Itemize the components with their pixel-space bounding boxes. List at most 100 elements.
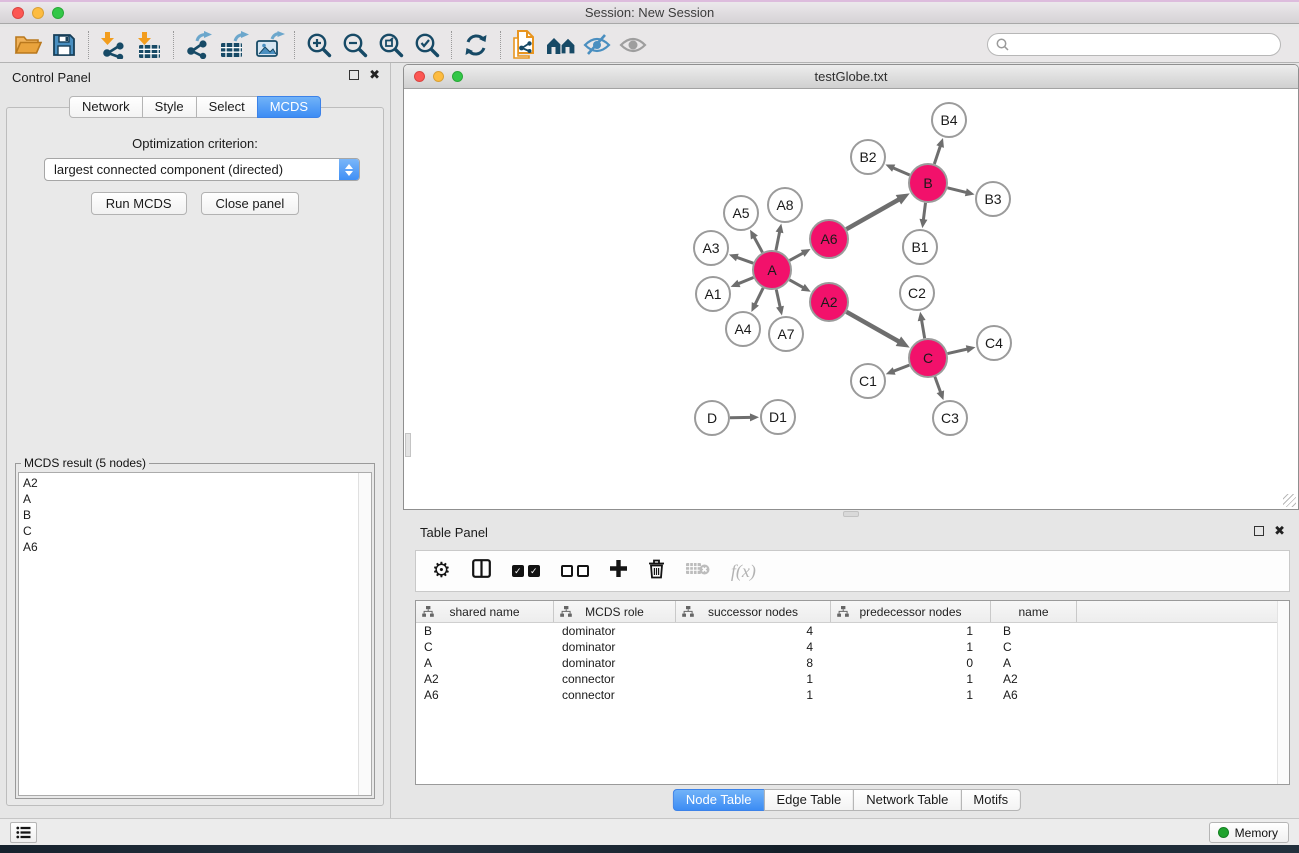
new-network-icon[interactable]	[507, 29, 543, 61]
float-panel-icon[interactable]	[349, 70, 359, 80]
tab-mcds[interactable]: MCDS	[257, 96, 321, 118]
graph-edge[interactable]	[776, 231, 780, 250]
mcds-result-list[interactable]: A2ABCA6	[18, 472, 372, 796]
run-mcds-button[interactable]: Run MCDS	[91, 192, 187, 215]
mcds-result-item[interactable]: A6	[23, 539, 371, 555]
zoom-out-icon[interactable]	[337, 29, 373, 61]
table-cell[interactable]: A6	[991, 687, 1077, 703]
refresh-icon[interactable]	[458, 29, 494, 61]
search-input[interactable]	[1014, 38, 1272, 52]
table-row[interactable]: Bdominator41B	[416, 623, 1289, 639]
delete-table-icon[interactable]	[686, 561, 710, 581]
table-cell[interactable]: A2	[416, 671, 554, 687]
network-canvas[interactable]: AA1A2A3A4A5A6A7A8BB1B2B3B4CC1C2C3C4DD1	[404, 89, 1298, 509]
graph-edge[interactable]	[893, 365, 909, 371]
table-cell[interactable]: C	[991, 639, 1077, 655]
table-scrollbar-track[interactable]	[1277, 601, 1289, 784]
graph-edge[interactable]	[846, 312, 899, 342]
table-cell[interactable]: A	[416, 655, 554, 671]
open-session-icon[interactable]	[10, 29, 46, 61]
resize-grip-icon[interactable]	[1283, 494, 1296, 507]
graph-edge[interactable]	[934, 146, 940, 164]
function-builder-icon[interactable]: f(x)	[731, 561, 756, 582]
float-table-panel-icon[interactable]	[1254, 526, 1264, 536]
close-panel-button[interactable]: Close panel	[201, 192, 300, 215]
graph-edge[interactable]	[893, 168, 910, 175]
table-cell[interactable]: 1	[676, 687, 831, 703]
column-header-shared-name[interactable]: shared name	[416, 601, 554, 622]
table-cell[interactable]: 0	[831, 655, 991, 671]
network-window-titlebar[interactable]: testGlobe.txt	[404, 65, 1298, 89]
graph-edge[interactable]	[846, 199, 899, 229]
tab-network-table[interactable]: Network Table	[853, 789, 961, 811]
mcds-result-item[interactable]: A2	[23, 475, 371, 491]
column-header-predecessor-nodes[interactable]: predecessor nodes	[831, 601, 991, 622]
zoom-selected-icon[interactable]	[409, 29, 445, 61]
table-cell[interactable]: 1	[831, 623, 991, 639]
graph-edge[interactable]	[754, 237, 763, 253]
deselect-all-icon[interactable]	[561, 565, 589, 577]
graph-edge[interactable]	[776, 290, 780, 308]
export-image-icon[interactable]	[252, 29, 288, 61]
table-cell[interactable]: 1	[831, 671, 991, 687]
search-box[interactable]	[987, 33, 1281, 56]
graph-edge[interactable]	[789, 280, 803, 288]
table-cell[interactable]: 1	[831, 687, 991, 703]
splitter-grip[interactable]	[405, 433, 411, 457]
table-row[interactable]: A2connector11A2	[416, 671, 1289, 687]
tab-style[interactable]: Style	[142, 96, 197, 118]
tab-edge-table[interactable]: Edge Table	[763, 789, 854, 811]
graph-edge[interactable]	[947, 188, 966, 193]
import-table-icon[interactable]	[131, 29, 167, 61]
table-cell[interactable]: B	[416, 623, 554, 639]
settings-gear-icon[interactable]: ⚙	[432, 561, 451, 581]
graph-edge[interactable]	[736, 257, 753, 263]
table-cell[interactable]: dominator	[554, 655, 676, 671]
table-row[interactable]: Adominator80A	[416, 655, 1289, 671]
graph-edge[interactable]	[755, 288, 763, 305]
criterion-select[interactable]: largest connected component (directed)	[44, 158, 360, 181]
export-table-icon[interactable]	[216, 29, 252, 61]
tab-select[interactable]: Select	[196, 96, 258, 118]
graph-edge[interactable]	[923, 203, 925, 220]
column-header-successor-nodes[interactable]: successor nodes	[676, 601, 831, 622]
graph-edge[interactable]	[922, 320, 925, 339]
table-cell[interactable]: 1	[676, 671, 831, 687]
save-session-icon[interactable]	[46, 29, 82, 61]
import-network-icon[interactable]	[95, 29, 131, 61]
mcds-result-item[interactable]: C	[23, 523, 371, 539]
tab-network[interactable]: Network	[69, 96, 143, 118]
select-all-icon[interactable]: ✓✓	[512, 565, 540, 577]
graph-edge[interactable]	[790, 253, 804, 261]
table-cell[interactable]: A6	[416, 687, 554, 703]
table-cell[interactable]: dominator	[554, 639, 676, 655]
delete-column-icon[interactable]	[648, 559, 665, 584]
scrollbar-track[interactable]	[358, 473, 371, 795]
table-cell[interactable]: C	[416, 639, 554, 655]
tab-motifs[interactable]: Motifs	[960, 789, 1021, 811]
table-cell[interactable]: 4	[676, 639, 831, 655]
table-cell[interactable]: B	[991, 623, 1077, 639]
tab-node-table[interactable]: Node Table	[673, 789, 765, 811]
graph-edge[interactable]	[948, 349, 968, 354]
horizontal-splitter-grip[interactable]	[843, 511, 859, 517]
table-cell[interactable]: A2	[991, 671, 1077, 687]
table-cell[interactable]: connector	[554, 671, 676, 687]
zoom-in-icon[interactable]	[301, 29, 337, 61]
mcds-result-item[interactable]: B	[23, 507, 371, 523]
close-panel-icon[interactable]: ✖	[369, 70, 380, 80]
task-history-button[interactable]	[10, 822, 37, 843]
table-row[interactable]: Cdominator41C	[416, 639, 1289, 655]
table-cell[interactable]: 1	[831, 639, 991, 655]
zoom-fit-icon[interactable]	[373, 29, 409, 61]
close-table-panel-icon[interactable]: ✖	[1274, 526, 1285, 536]
first-neighbors-icon[interactable]	[543, 29, 579, 61]
column-header-name[interactable]: name	[991, 601, 1077, 622]
export-network-icon[interactable]	[180, 29, 216, 61]
table-cell[interactable]: 4	[676, 623, 831, 639]
graph-edge[interactable]	[738, 278, 753, 284]
add-column-icon[interactable]	[610, 560, 627, 582]
table-cell[interactable]: 8	[676, 655, 831, 671]
mcds-result-item[interactable]: A	[23, 491, 371, 507]
column-header-mcds-role[interactable]: MCDS role	[554, 601, 676, 622]
